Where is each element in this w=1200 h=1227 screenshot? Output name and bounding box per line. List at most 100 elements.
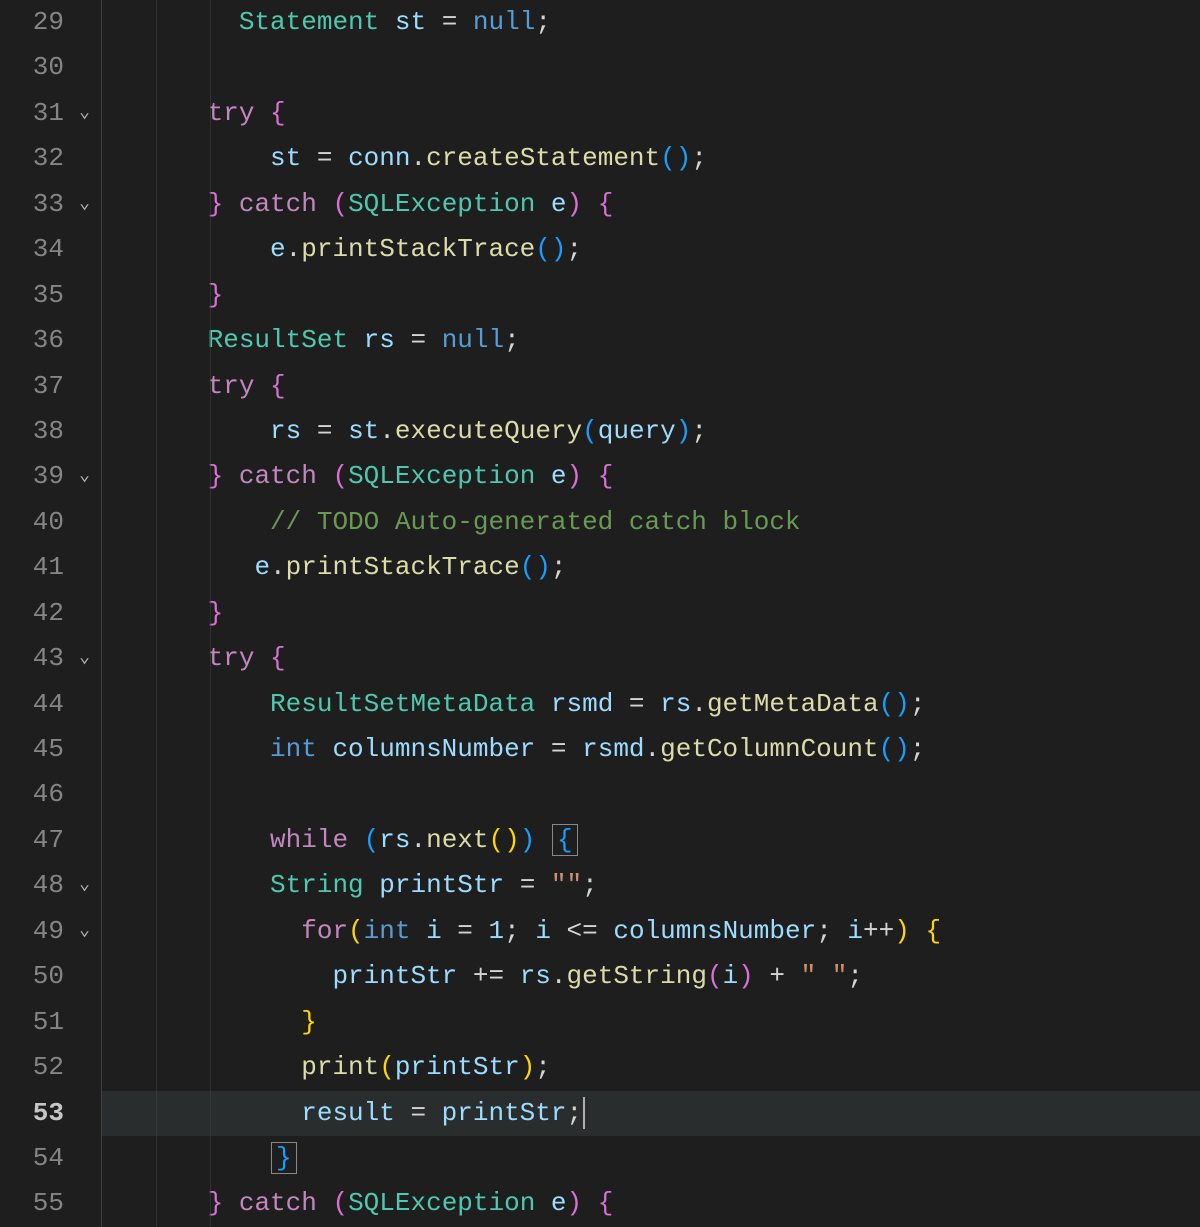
gutter-row[interactable]: 32 [0,136,90,181]
code-line[interactable]: try { [102,91,1200,136]
gutter-row[interactable]: 50 [0,954,90,999]
code-token [535,189,551,219]
code-token: ( [332,461,348,491]
code-token: ; [551,552,567,582]
code-token: ; [535,1052,551,1082]
code-line[interactable]: } [102,1136,1200,1181]
code-token: ) [535,552,551,582]
gutter-row[interactable]: 52 [0,1045,90,1090]
code-token: 1 [489,916,505,946]
line-number: 34 [24,227,64,272]
code-token [223,1188,239,1218]
gutter-row[interactable]: 34 [0,227,90,272]
code-line[interactable]: } catch (SQLException e) { [102,1181,1200,1226]
code-token: Statement [239,7,379,37]
fold-chevron-icon[interactable]: ⌄ [72,909,90,954]
code-token: ( [489,825,505,855]
code-line[interactable]: e.printStackTrace(); [102,227,1200,272]
code-token [582,189,598,219]
code-token: ResultSetMetaData [270,689,535,719]
gutter-row[interactable]: 51 [0,1000,90,1045]
code-token: ; [504,916,535,946]
code-token: ; [691,143,707,173]
matched-brace: { [552,824,578,856]
code-line[interactable]: for(int i = 1; i <= columnsNumber; i++) … [102,909,1200,954]
code-token: int [364,916,411,946]
gutter-row[interactable]: 36 [0,318,90,363]
code-line[interactable]: while (rs.next()) { [102,818,1200,863]
line-number: 43 [24,636,64,681]
gutter-row[interactable]: 42 [0,591,90,636]
gutter-row[interactable]: 46 [0,772,90,817]
gutter-row[interactable]: 38 [0,409,90,454]
code-token [317,461,333,491]
code-line[interactable]: result = printStr; [102,1091,1200,1136]
code-line[interactable]: } [102,1000,1200,1045]
code-token: getColumnCount [660,734,878,764]
code-line[interactable]: try { [102,636,1200,681]
code-token: ) [894,916,910,946]
code-line[interactable]: } catch (SQLException e) { [102,182,1200,227]
code-token: . [270,552,286,582]
code-area[interactable]: Statement st = null; try { st = conn.cre… [102,0,1200,1227]
gutter-row[interactable]: 37 [0,364,90,409]
code-token: ) [567,189,583,219]
code-line[interactable]: String printStr = ""; [102,863,1200,908]
code-token: null [473,7,535,37]
code-token: null [442,325,504,355]
fold-chevron-icon[interactable]: ⌄ [72,863,90,908]
gutter-row[interactable]: 53 [0,1091,90,1136]
code-line[interactable]: } [102,273,1200,318]
gutter-row[interactable]: 43⌄ [0,636,90,681]
line-number: 42 [24,591,64,636]
code-line[interactable]: rs = st.executeQuery(query); [102,409,1200,454]
code-line[interactable]: Statement st = null; [102,0,1200,45]
gutter-row[interactable]: 45 [0,727,90,772]
code-line[interactable]: ResultSetMetaData rsmd = rs.getMetaData(… [102,682,1200,727]
gutter-row[interactable]: 30 [0,45,90,90]
gutter-row[interactable]: 44 [0,682,90,727]
code-line[interactable] [102,772,1200,817]
code-editor[interactable]: 293031⌄3233⌄343536373839⌄40414243⌄444546… [0,0,1200,1227]
gutter-row[interactable]: 29 [0,0,90,45]
line-number: 33 [24,182,64,227]
fold-chevron-icon[interactable]: ⌄ [72,182,90,227]
code-token: e [254,552,270,582]
fold-chevron-icon[interactable]: ⌄ [72,91,90,136]
code-line[interactable]: st = conn.createStatement(); [102,136,1200,181]
gutter-row[interactable]: 48⌄ [0,863,90,908]
gutter-row[interactable]: 41 [0,545,90,590]
gutter-row[interactable]: 40 [0,500,90,545]
code-token: = [442,916,489,946]
code-line[interactable]: } [102,591,1200,636]
code-token [254,98,270,128]
code-line[interactable]: try { [102,364,1200,409]
code-token: ) [738,961,754,991]
code-line[interactable]: } catch (SQLException e) { [102,454,1200,499]
code-line[interactable]: // TODO Auto-generated catch block [102,500,1200,545]
code-token: SQLException [348,189,535,219]
code-line[interactable]: int columnsNumber = rsmd.getColumnCount(… [102,727,1200,772]
code-token: rs [379,825,410,855]
code-token: . [551,961,567,991]
line-number: 40 [24,500,64,545]
code-line[interactable] [102,45,1200,90]
code-line[interactable]: e.printStackTrace(); [102,545,1200,590]
gutter-row[interactable]: 55 [0,1181,90,1226]
gutter-row[interactable]: 35 [0,273,90,318]
line-number: 41 [24,545,64,590]
code-line[interactable]: ResultSet rs = null; [102,318,1200,363]
gutter-row[interactable]: 39⌄ [0,454,90,499]
code-token: ) [894,689,910,719]
gutter-row[interactable]: 31⌄ [0,91,90,136]
gutter-row[interactable]: 49⌄ [0,909,90,954]
gutter-row[interactable]: 54 [0,1136,90,1181]
fold-chevron-icon[interactable]: ⌄ [72,636,90,681]
fold-chevron-icon[interactable]: ⌄ [72,454,90,499]
gutter-row[interactable]: 47 [0,818,90,863]
code-line[interactable]: printStr += rs.getString(i) + " "; [102,954,1200,999]
code-token: ++ [863,916,894,946]
gutter-row[interactable]: 33⌄ [0,182,90,227]
code-line[interactable]: print(printStr); [102,1045,1200,1090]
code-token: ( [348,916,364,946]
